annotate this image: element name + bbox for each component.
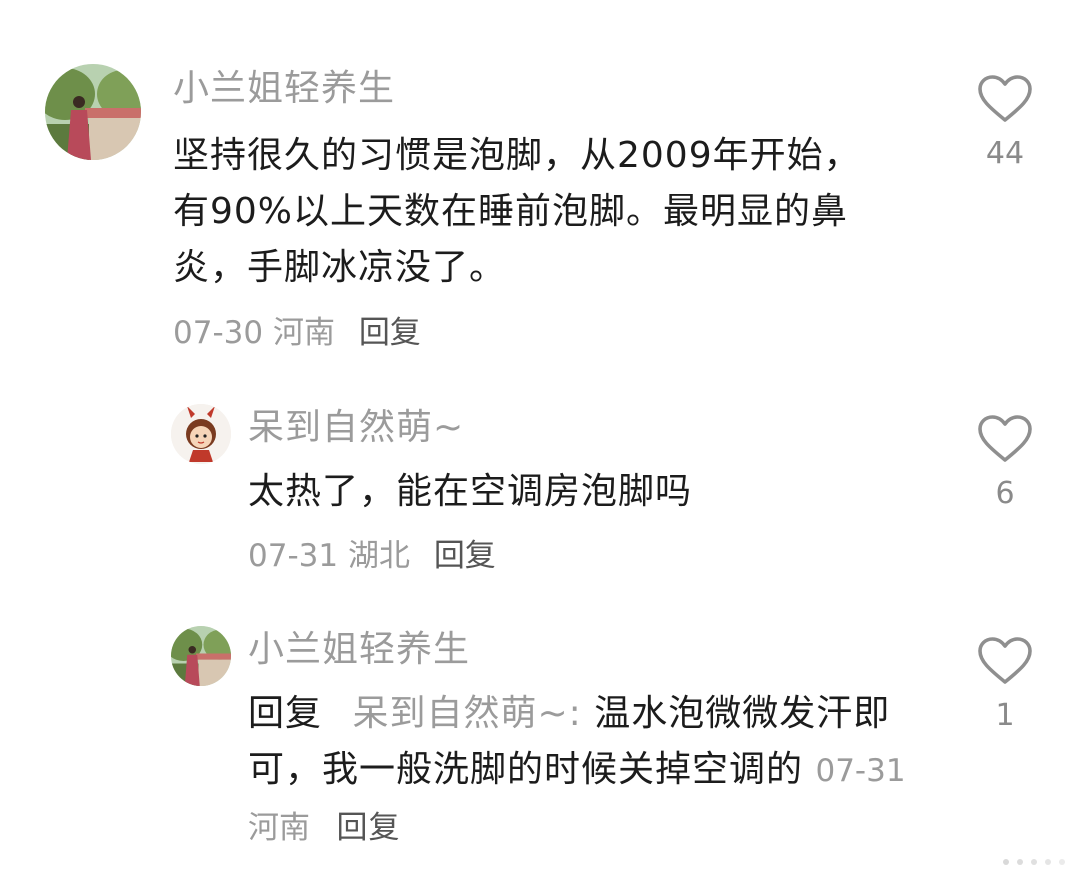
comment-meta: 07-30 河南 回复 [173,313,421,353]
like-count: 44 [985,136,1025,171]
heart-outline-icon [978,637,1032,684]
comment-meta: 07-31 湖北 回复 [248,536,496,576]
comment-text: 坚持很久的习惯是泡脚，从2009年开始，有90%以上天数在睡前泡脚。最明显的鼻炎… [173,135,861,288]
reply-comment-item: 呆到自然萌~ 太热了，能在空调房泡脚吗 07-31 湖北 回复 6 [0,380,1080,600]
avatar-cartoon-icon [171,404,231,464]
reply-button[interactable]: 回复 [359,315,421,351]
avatar[interactable] [45,64,141,160]
like-button[interactable]: 44 [970,74,1040,174]
comment-text: 太热了，能在空调房泡脚吗 [248,471,693,512]
avatar[interactable] [171,626,231,686]
reply-button[interactable]: 回复 [434,538,496,574]
avatar-photo-icon [45,64,141,160]
fade-ellipsis-icon [1003,859,1065,865]
comment-location: 湖北 [347,538,410,574]
comment-item: 小兰姐轻养生 坚持很久的习惯是泡脚，从2009年开始，有90%以上天数在睡前泡脚… [0,0,1080,380]
like-count: 6 [995,476,1015,511]
like-button[interactable]: 1 [970,636,1040,736]
comment-date: 07-30 [173,315,264,351]
reply-to-username[interactable]: 呆到自然萌~: [352,693,581,734]
heart-outline-icon [978,415,1032,462]
comment-date: 07-31 [815,753,906,789]
reply-button[interactable]: 回复 [336,810,400,846]
heart-outline-icon [978,75,1032,122]
comment-location: 河南 [272,315,335,351]
username[interactable]: 小兰姐轻养生 [248,628,470,672]
like-button[interactable]: 6 [970,414,1040,514]
like-count: 1 [995,698,1015,733]
avatar-photo-icon [171,626,231,686]
comment-text: 回复 呆到自然萌~: 温水泡微微发汗即可，我一般洗脚的时候关掉空调的 07-31… [248,686,928,856]
reply-comment-item: 小兰姐轻养生 回复 呆到自然萌~: 温水泡微微发汗即可，我一般洗脚的时候关掉空调… [0,600,1080,882]
comment-date: 07-31 [248,538,339,574]
comment-location: 河南 [248,810,310,846]
username[interactable]: 呆到自然萌~ [248,406,464,450]
reply-prefix: 回复 [248,693,323,734]
username[interactable]: 小兰姐轻养生 [173,67,395,111]
avatar[interactable] [171,404,231,464]
